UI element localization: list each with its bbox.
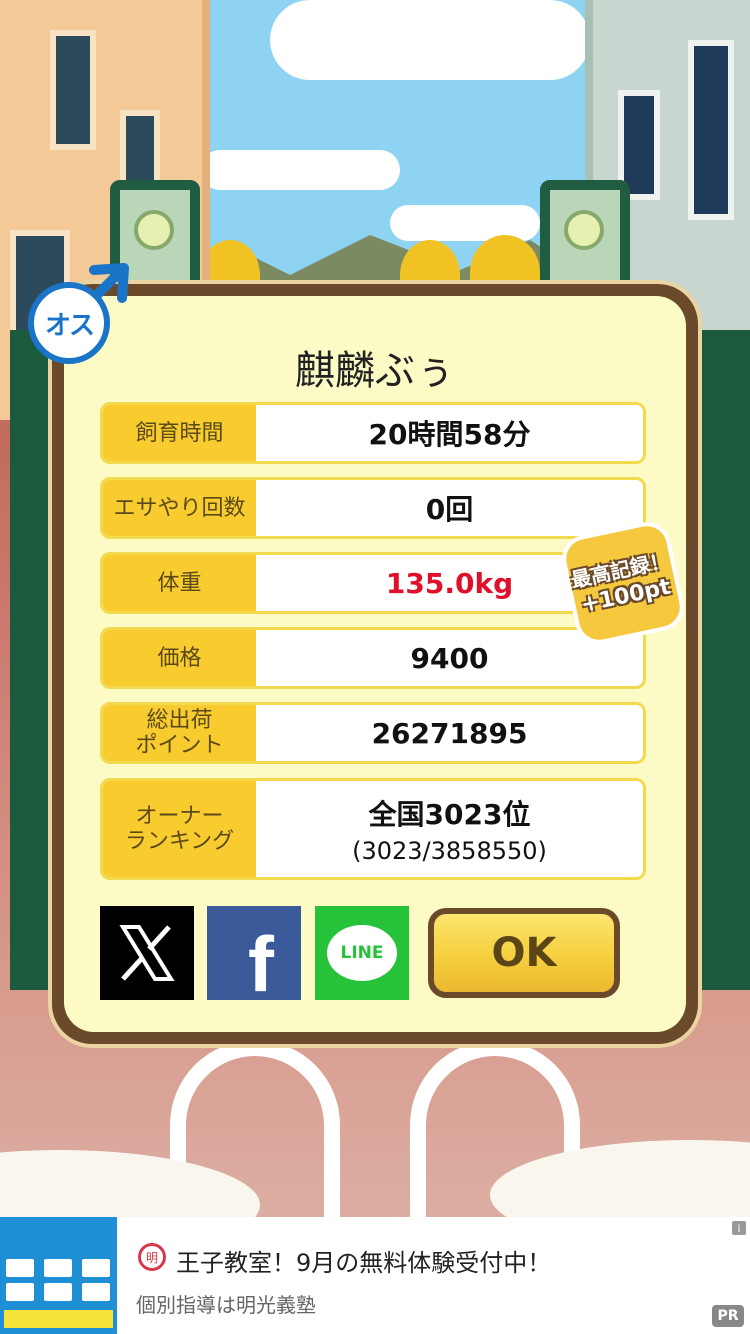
stat-row-price: 価格 9400 bbox=[100, 627, 646, 689]
ok-button[interactable]: OK bbox=[428, 908, 620, 998]
facebook-icon: f bbox=[248, 919, 274, 1008]
x-logo-icon bbox=[119, 925, 175, 981]
gender-circle: オス bbox=[28, 282, 110, 364]
ad-image-cell bbox=[44, 1259, 72, 1277]
stat-value: 20時間58分 bbox=[256, 405, 643, 461]
stat-label: エサやり回数 bbox=[103, 480, 256, 536]
share-facebook-button[interactable]: f bbox=[207, 906, 301, 1008]
cloud bbox=[270, 0, 590, 80]
stat-value-text: 135.0kg bbox=[385, 566, 514, 600]
ad-image-cell bbox=[44, 1283, 72, 1301]
ad-image-cell bbox=[6, 1283, 34, 1301]
ad-logo-icon: 明 bbox=[138, 1243, 166, 1271]
ranking-text: 全国3023位 bbox=[368, 798, 531, 831]
stat-label: 総出荷 ポイント bbox=[103, 705, 256, 761]
share-line-button[interactable]: LINE bbox=[315, 906, 409, 1000]
line-label: LINE bbox=[340, 943, 384, 963]
street-lamp bbox=[540, 180, 630, 290]
ad-image-bar bbox=[4, 1310, 113, 1328]
stat-value-text: 26271895 bbox=[371, 716, 528, 750]
ranking-detail: (3023/3858550) bbox=[352, 837, 547, 865]
ad-info-icon[interactable]: i bbox=[732, 1221, 746, 1235]
ad-banner[interactable]: 明 王子教室！9月の無料体験受付中！ 個別指導は明光義塾 i PR bbox=[0, 1217, 750, 1334]
stat-value-text: 20時間58分 bbox=[368, 418, 531, 451]
gate-pillar-right bbox=[690, 330, 750, 990]
ad-image-cell bbox=[6, 1259, 34, 1277]
window bbox=[688, 40, 734, 220]
ad-subtitle[interactable]: 個別指導は明光義塾 bbox=[136, 1289, 316, 1318]
ad-image-cell bbox=[82, 1283, 110, 1301]
share-x-button[interactable]: X bbox=[100, 906, 194, 1000]
ad-pr-badge: PR bbox=[712, 1305, 744, 1327]
pet-name: 麒麟ぶぅ bbox=[295, 348, 455, 394]
lamp-bulb bbox=[564, 210, 604, 250]
ad-title[interactable]: 王子教室！9月の無料体験受付中！ bbox=[176, 1243, 551, 1278]
ad-image[interactable] bbox=[0, 1217, 117, 1334]
ad-image-cell bbox=[82, 1259, 110, 1277]
lamp-bulb bbox=[134, 210, 174, 250]
window bbox=[50, 30, 96, 150]
stat-label: 体重 bbox=[103, 555, 256, 611]
line-icon: LINE bbox=[327, 925, 397, 981]
gender-label: オス bbox=[44, 310, 95, 341]
stat-value: 0回 bbox=[256, 480, 643, 536]
stat-label: オーナー ランキング bbox=[103, 781, 256, 877]
stat-row-owner-ranking: オーナー ランキング 全国3023位 (3023/3858550) bbox=[100, 778, 646, 880]
stat-value: 26271895 bbox=[256, 705, 643, 761]
stat-value: 全国3023位 (3023/3858550) bbox=[256, 781, 643, 877]
male-gender-badge: オス bbox=[24, 258, 132, 366]
stat-row-total-points: 総出荷 ポイント 26271895 bbox=[100, 702, 646, 764]
stat-value-text: 9400 bbox=[410, 641, 489, 675]
record-badge: 最高記録！ +100pt bbox=[557, 517, 689, 649]
stat-label: 価格 bbox=[103, 630, 256, 686]
stat-label: 飼育時間 bbox=[103, 405, 256, 461]
cloud bbox=[200, 150, 400, 190]
stat-row-rearing-time: 飼育時間 20時間58分 bbox=[100, 402, 646, 464]
stat-row-feeding-count: エサやり回数 0回 bbox=[100, 477, 646, 539]
stat-value-text: 0回 bbox=[425, 493, 474, 526]
